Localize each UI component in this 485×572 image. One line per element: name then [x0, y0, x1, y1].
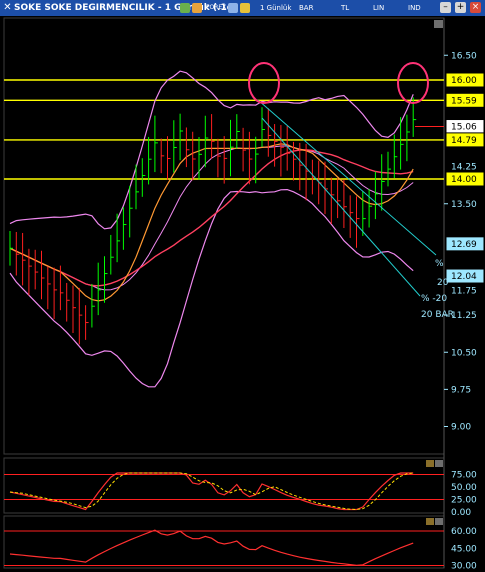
osc2-close-icon[interactable] [435, 518, 443, 525]
osc2-tick-label: 30.00 [451, 562, 477, 572]
highlight-circle [248, 62, 280, 104]
channel-lower-line [261, 117, 421, 297]
bollinger-mid [9, 145, 414, 291]
osc1-tick-label: 0.00 [451, 508, 471, 518]
osc1-line [9, 472, 414, 511]
price-chart-canvas[interactable]: 16.00 15.59 15.06 14.79 14.00 12.69 12.04 16.5… [0, 0, 485, 572]
price-level-tag-text: 16.00 [451, 76, 477, 86]
panel-menu-icon[interactable] [434, 20, 443, 28]
osc1-tick-label: 75.00 [451, 471, 477, 481]
osc2-tick-label: 45.00 [451, 544, 477, 554]
price-tick-label: 10.50 [451, 348, 477, 358]
osc2-menu-icon[interactable] [426, 518, 434, 525]
osc2-line [9, 529, 414, 566]
osc1-tick-label: 50.00 [451, 483, 477, 493]
price-level-tag-text: 15.06 [451, 123, 477, 133]
price-level-tag-text: 12.69 [451, 240, 477, 250]
price-tick-label: 9.75 [451, 385, 471, 395]
osc1-menu-icon[interactable] [426, 460, 434, 467]
channel-label: % -20 [421, 294, 447, 304]
osc1-signal-line [9, 472, 414, 511]
price-tick-label: 14.25 [451, 163, 477, 173]
price-level-tag-text: 14.79 [451, 136, 477, 146]
price-tick-label: 9.00 [451, 423, 471, 433]
osc2-tick-label: 60.00 [451, 527, 477, 537]
price-tick-label: 13.50 [451, 200, 477, 210]
moving-average-long [9, 149, 414, 287]
osc1-close-icon[interactable] [435, 460, 443, 467]
channel-label: 20 [437, 278, 449, 288]
price-level-tag-text: 12.04 [451, 272, 477, 282]
osc1-tick-label: 25.00 [451, 496, 477, 506]
channel-label: 20 BAR [421, 310, 454, 320]
highlight-circle [397, 62, 429, 104]
price-tick-label: 11.25 [451, 311, 477, 321]
price-level-tag-text: 15.59 [451, 96, 477, 106]
channel-label: % [435, 259, 444, 269]
price-tick-label: 16.50 [451, 51, 477, 61]
price-tick-label: 11.75 [451, 286, 477, 296]
bollinger-lower [9, 188, 414, 388]
channel-upper-line [257, 99, 437, 256]
price-panel-frame [3, 17, 445, 455]
price-level-tag-text: 14.00 [451, 175, 477, 185]
